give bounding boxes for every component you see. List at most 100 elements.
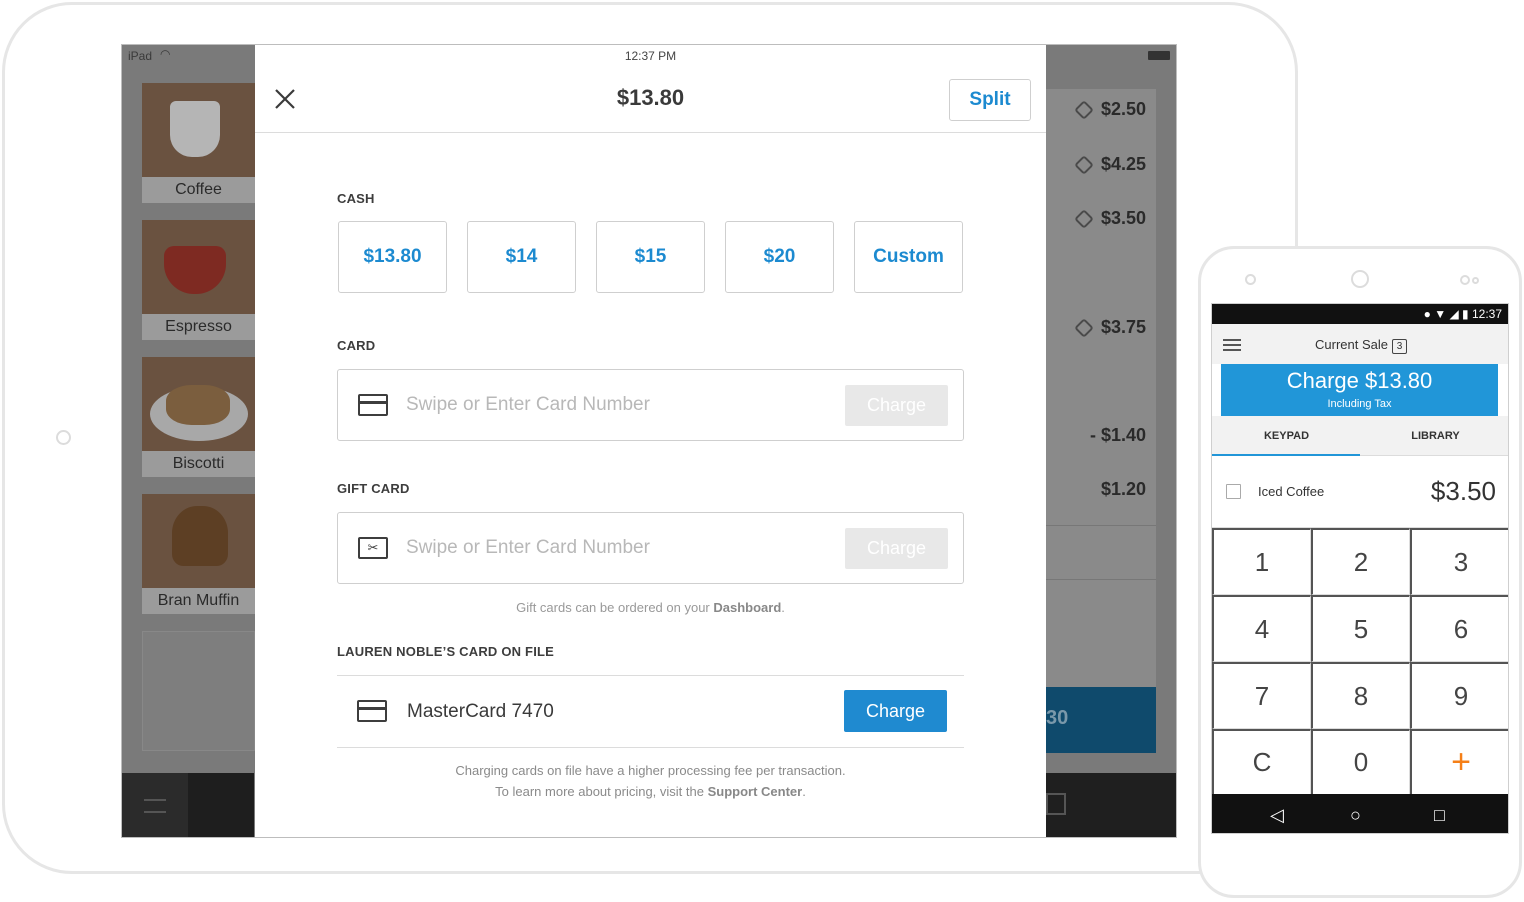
bg-menu-icon bbox=[144, 799, 166, 813]
ticket-price: $3.50 bbox=[1074, 208, 1146, 230]
charge-label: Charge $13.80 bbox=[1286, 368, 1433, 393]
gift-card-note: Gift cards can be ordered on your Dashbo… bbox=[516, 600, 785, 615]
sale-count-badge: 3 bbox=[1391, 339, 1407, 354]
ticket-price: $2.50 bbox=[1074, 99, 1146, 121]
recents-icon[interactable]: □ bbox=[1434, 806, 1445, 824]
product-tile-bran-muffin[interactable]: Bran Muffin bbox=[142, 494, 255, 614]
key-1[interactable]: 1 bbox=[1212, 528, 1311, 595]
ipad-screen: iPad ◠ Coffee Espresso Biscotti Bran Muf… bbox=[121, 44, 1177, 838]
card-number-placeholder: Swipe or Enter Card Number bbox=[406, 394, 650, 415]
edit-icon[interactable] bbox=[1226, 484, 1241, 499]
divider bbox=[1046, 525, 1156, 526]
ticket-price: $3.75 bbox=[1074, 317, 1146, 339]
modal-header: $13.80 Split bbox=[255, 67, 1046, 133]
item-price: $3.50 bbox=[1430, 476, 1496, 506]
credit-card-icon bbox=[357, 700, 387, 722]
key-6[interactable]: 6 bbox=[1410, 595, 1508, 662]
empty-tile bbox=[142, 631, 255, 751]
item-name: Iced Coffee bbox=[1258, 484, 1325, 499]
card-number-field[interactable]: Swipe or Enter Card Number Charge bbox=[337, 369, 964, 441]
biscotti-photo bbox=[142, 357, 255, 451]
product-tile-biscotti[interactable]: Biscotti bbox=[142, 357, 255, 477]
espresso-photo bbox=[142, 220, 255, 314]
credit-card-icon bbox=[358, 394, 388, 416]
tab-keypad[interactable]: KEYPAD bbox=[1212, 430, 1361, 442]
phone-screen: ● ▼ ◢ ▮ 12:37 Current Sale 3 Charge $13.8… bbox=[1211, 303, 1509, 834]
tag-icon bbox=[1074, 318, 1094, 339]
divider bbox=[1046, 579, 1156, 580]
gift-card-icon: ✂ bbox=[358, 537, 388, 559]
ipad-home-button bbox=[56, 430, 71, 445]
key-clear[interactable]: C bbox=[1212, 729, 1311, 794]
card-charge-button[interactable]: Charge bbox=[845, 385, 948, 426]
gift-card-charge-button[interactable]: Charge bbox=[845, 528, 948, 569]
product-tile-espresso[interactable]: Espresso bbox=[142, 220, 255, 340]
status-time: 12:37 PM bbox=[624, 49, 677, 63]
device-name: iPad bbox=[128, 49, 153, 63]
ticket-panel bbox=[1046, 89, 1156, 753]
key-5[interactable]: 5 bbox=[1311, 595, 1410, 662]
phone-camera bbox=[1351, 270, 1369, 288]
cash-exact-button[interactable]: $13.80 bbox=[338, 221, 447, 293]
cash-15-button[interactable]: $15 bbox=[596, 221, 705, 293]
phone-sensor bbox=[1472, 277, 1479, 284]
phone-sensor bbox=[1460, 275, 1470, 285]
phone-header: Current Sale 3 bbox=[1212, 324, 1508, 364]
grid-icon bbox=[1046, 793, 1066, 815]
key-0[interactable]: 0 bbox=[1311, 729, 1410, 794]
cash-custom-button[interactable]: Custom bbox=[854, 221, 963, 293]
home-icon[interactable]: ○ bbox=[1350, 806, 1361, 824]
android-nav-bar: ◁ ○ □ bbox=[1212, 794, 1508, 833]
cash-14-button[interactable]: $14 bbox=[467, 221, 576, 293]
sale-item-row[interactable]: Iced Coffee $3.50 bbox=[1212, 456, 1508, 528]
gift-card-number-placeholder: Swipe or Enter Card Number bbox=[406, 537, 650, 558]
tag-icon bbox=[1074, 209, 1094, 230]
tab-library[interactable]: LIBRARY bbox=[1361, 430, 1508, 442]
status-icons: ● ▼ ◢ ▮ bbox=[1423, 307, 1472, 321]
gift-card-section-label: GIFT CARD bbox=[337, 481, 410, 496]
current-sale-title[interactable]: Current Sale 3 bbox=[1212, 337, 1508, 354]
split-button[interactable]: Split bbox=[949, 79, 1031, 121]
bran-muffin-photo bbox=[142, 494, 255, 588]
key-2[interactable]: 2 bbox=[1311, 528, 1410, 595]
key-add[interactable]: + bbox=[1410, 729, 1508, 794]
payment-modal: 12:37 PM $13.80 Split CASH $13.80 $14 $1… bbox=[255, 45, 1046, 837]
key-7[interactable]: 7 bbox=[1212, 662, 1311, 729]
key-9[interactable]: 9 bbox=[1410, 662, 1508, 729]
key-3[interactable]: 3 bbox=[1410, 528, 1508, 595]
battery-icon bbox=[1148, 51, 1170, 60]
product-name: Coffee bbox=[142, 177, 255, 203]
key-4[interactable]: 4 bbox=[1212, 595, 1311, 662]
modal-amount: $13.80 bbox=[616, 85, 685, 110]
card-on-file-note-line2: To learn more about pricing, visit the S… bbox=[495, 784, 806, 799]
phone-sensor bbox=[1245, 274, 1256, 285]
tag-icon bbox=[1074, 100, 1094, 121]
card-on-file-charge-button[interactable]: Charge bbox=[844, 690, 947, 732]
card-section-label: CARD bbox=[337, 338, 376, 353]
bg-charge-button[interactable]: 30 bbox=[1046, 687, 1156, 753]
wifi-icon: ◠ bbox=[160, 47, 171, 61]
product-name: Espresso bbox=[142, 314, 255, 340]
card-on-file-note-line1: Charging cards on file have a higher pro… bbox=[455, 763, 846, 778]
dashboard-link[interactable]: Dashboard bbox=[713, 600, 781, 615]
product-tile-coffee[interactable]: Coffee bbox=[142, 83, 255, 203]
card-on-file-name: MasterCard 7470 bbox=[407, 701, 554, 722]
divider bbox=[337, 675, 964, 676]
product-name: Biscotti bbox=[142, 451, 255, 477]
phone-status-time: 12:37 bbox=[1471, 307, 1502, 321]
tag-icon bbox=[1074, 155, 1094, 176]
cash-20-button[interactable]: $20 bbox=[725, 221, 834, 293]
charge-sublabel: Including Tax bbox=[1327, 398, 1392, 410]
bg-bottom-bar-left-dark bbox=[188, 773, 254, 837]
phone-status-bar: ● ▼ ◢ ▮ 12:37 bbox=[1212, 304, 1508, 324]
ticket-tax: $1.20 bbox=[1100, 479, 1146, 499]
phone-charge-button[interactable]: Charge $13.80 Including Tax bbox=[1221, 364, 1498, 416]
card-on-file-section-label: LAUREN NOBLE’S CARD ON FILE bbox=[337, 644, 555, 659]
phone-tabs: KEYPAD LIBRARY bbox=[1212, 416, 1508, 456]
divider bbox=[337, 747, 964, 748]
product-name: Bran Muffin bbox=[142, 588, 255, 614]
key-8[interactable]: 8 bbox=[1311, 662, 1410, 729]
gift-card-number-field[interactable]: ✂ Swipe or Enter Card Number Charge bbox=[337, 512, 964, 584]
back-icon[interactable]: ◁ bbox=[1270, 806, 1284, 824]
support-center-link[interactable]: Support Center bbox=[708, 784, 803, 799]
